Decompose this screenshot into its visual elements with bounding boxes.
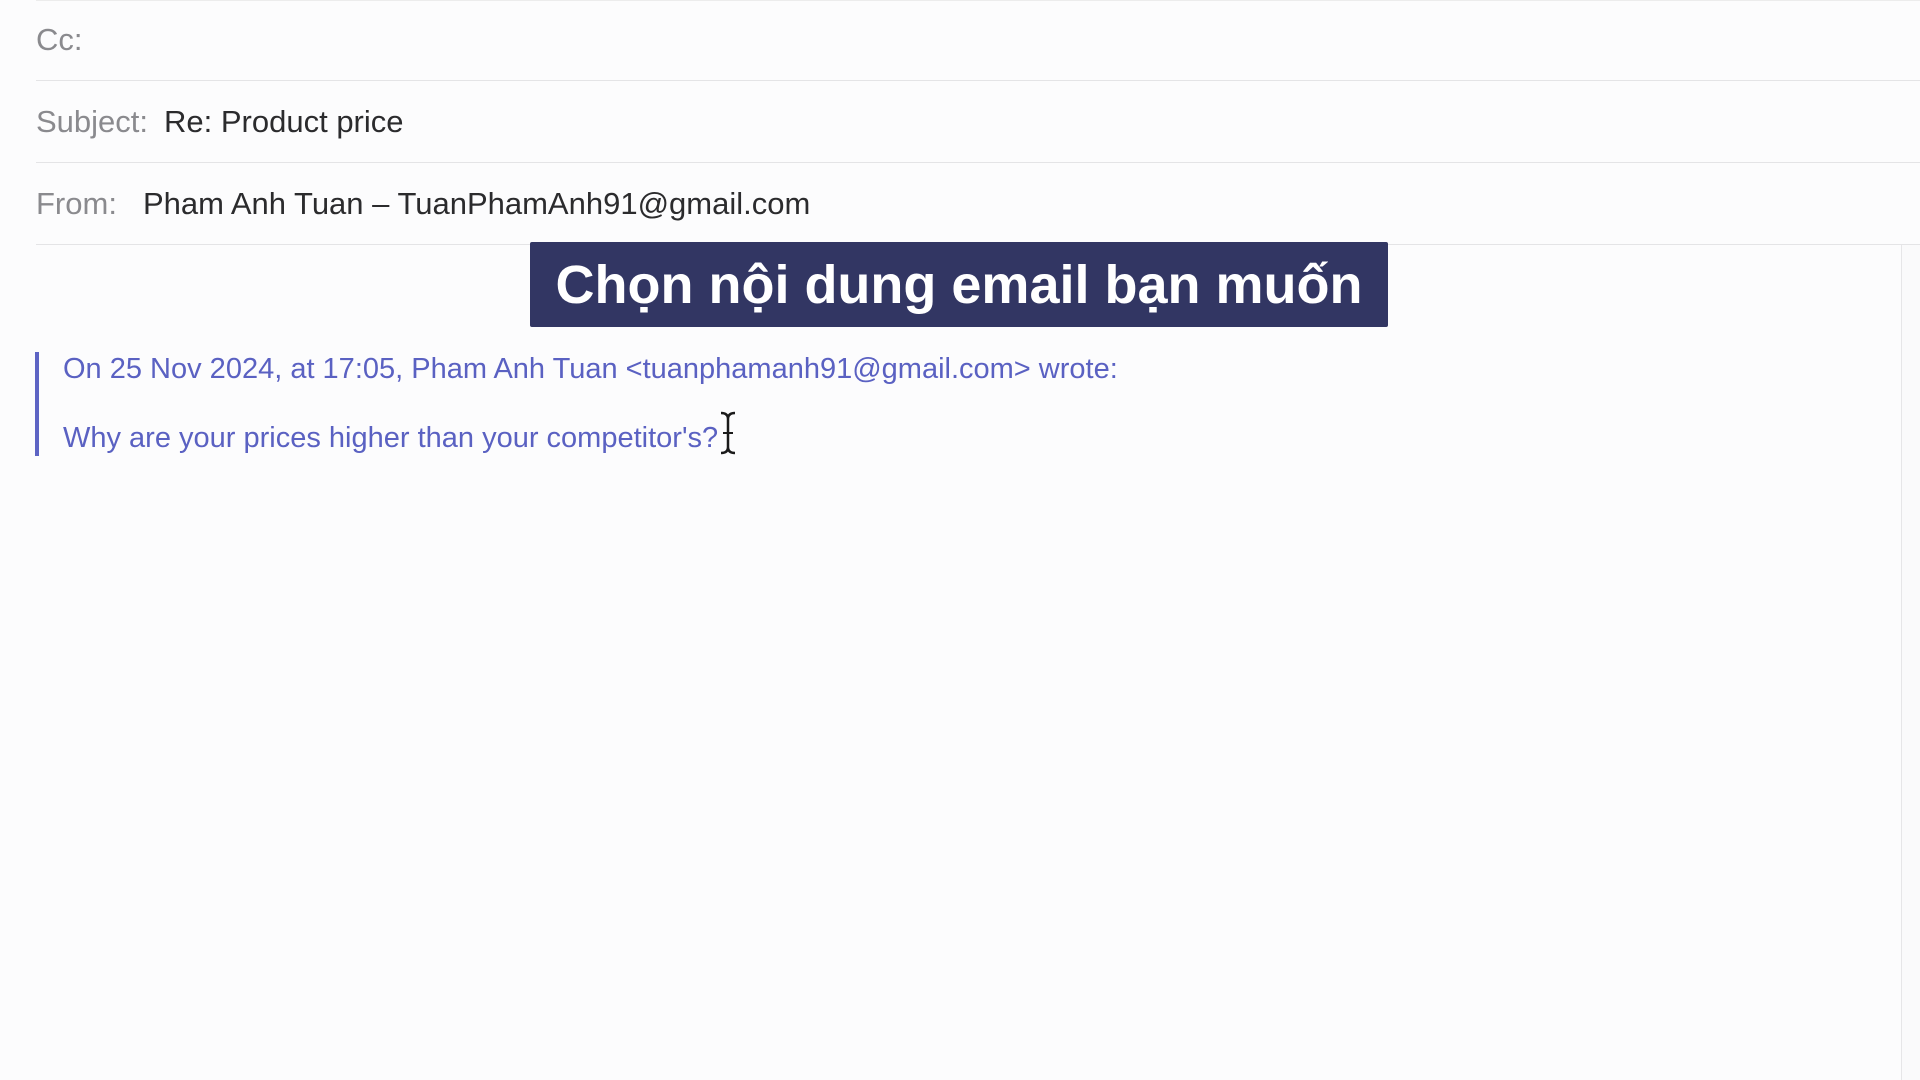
cc-row[interactable]: Cc: [36, 0, 1920, 81]
from-label: From: [36, 186, 117, 221]
subject-row[interactable]: Subject: Re: Product price [36, 82, 1920, 163]
instruction-caption: Chọn nội dung email bạn muốn [530, 242, 1388, 327]
subject-label: Subject: [36, 104, 149, 139]
cc-label: Cc: [36, 22, 83, 57]
from-field[interactable]: Pham Anh Tuan – TuanPhamAnh91@gmail.com [143, 186, 810, 222]
quote-text: Why are your prices higher than your com… [63, 422, 719, 454]
subject-field[interactable]: Re: Product price [164, 104, 404, 140]
from-row[interactable]: From: Pham Anh Tuan – TuanPhamAnh91@gmai… [36, 164, 1920, 245]
quote-attribution: On 25 Nov 2024, at 17:05, Pham Anh Tuan … [63, 353, 1118, 385]
mail-compose-window: Cc: Subject: Re: Product price From: Pha… [0, 0, 1920, 1080]
quoted-message[interactable]: On 25 Nov 2024, at 17:05, Pham Anh Tuan … [35, 352, 1118, 456]
right-panel-edge [1901, 245, 1920, 1080]
text-cursor-icon [720, 411, 736, 455]
